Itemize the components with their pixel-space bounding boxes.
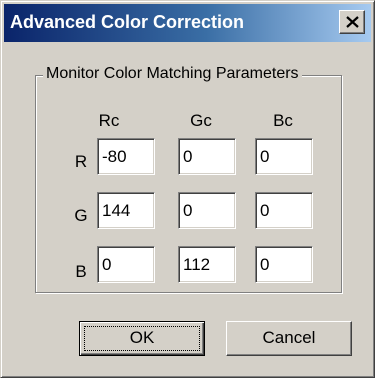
row-label-g: G bbox=[74, 206, 88, 225]
ok-button[interactable]: OK bbox=[79, 321, 205, 356]
window-title: Advanced Color Correction bbox=[10, 12, 245, 32]
group-legend: Monitor Color Matching Parameters bbox=[43, 64, 302, 84]
column-header-rc: Rc bbox=[98, 111, 120, 130]
field-r-rc[interactable] bbox=[97, 138, 155, 175]
field-g-bc[interactable] bbox=[255, 192, 313, 229]
field-g-rc[interactable] bbox=[97, 192, 155, 229]
column-header-gc: Gc bbox=[190, 111, 212, 130]
field-b-gc[interactable] bbox=[178, 246, 236, 283]
row-label-r: R bbox=[74, 152, 88, 171]
cancel-button[interactable]: Cancel bbox=[226, 321, 352, 356]
title-bar[interactable]: Advanced Color Correction bbox=[4, 4, 371, 42]
ok-button-label: OK bbox=[129, 328, 155, 347]
field-b-bc[interactable] bbox=[255, 246, 313, 283]
row-label-b: B bbox=[75, 262, 87, 281]
field-b-rc[interactable] bbox=[97, 246, 155, 283]
column-header-bc: Bc bbox=[273, 111, 293, 130]
close-x-icon bbox=[346, 16, 359, 28]
advanced-color-correction-dialog: Advanced Color Correction Monitor Color … bbox=[0, 0, 375, 378]
cancel-button-label: Cancel bbox=[262, 328, 316, 347]
close-button[interactable] bbox=[339, 10, 365, 34]
field-r-bc[interactable] bbox=[255, 138, 313, 175]
field-g-gc[interactable] bbox=[178, 192, 236, 229]
field-r-gc[interactable] bbox=[178, 138, 236, 175]
